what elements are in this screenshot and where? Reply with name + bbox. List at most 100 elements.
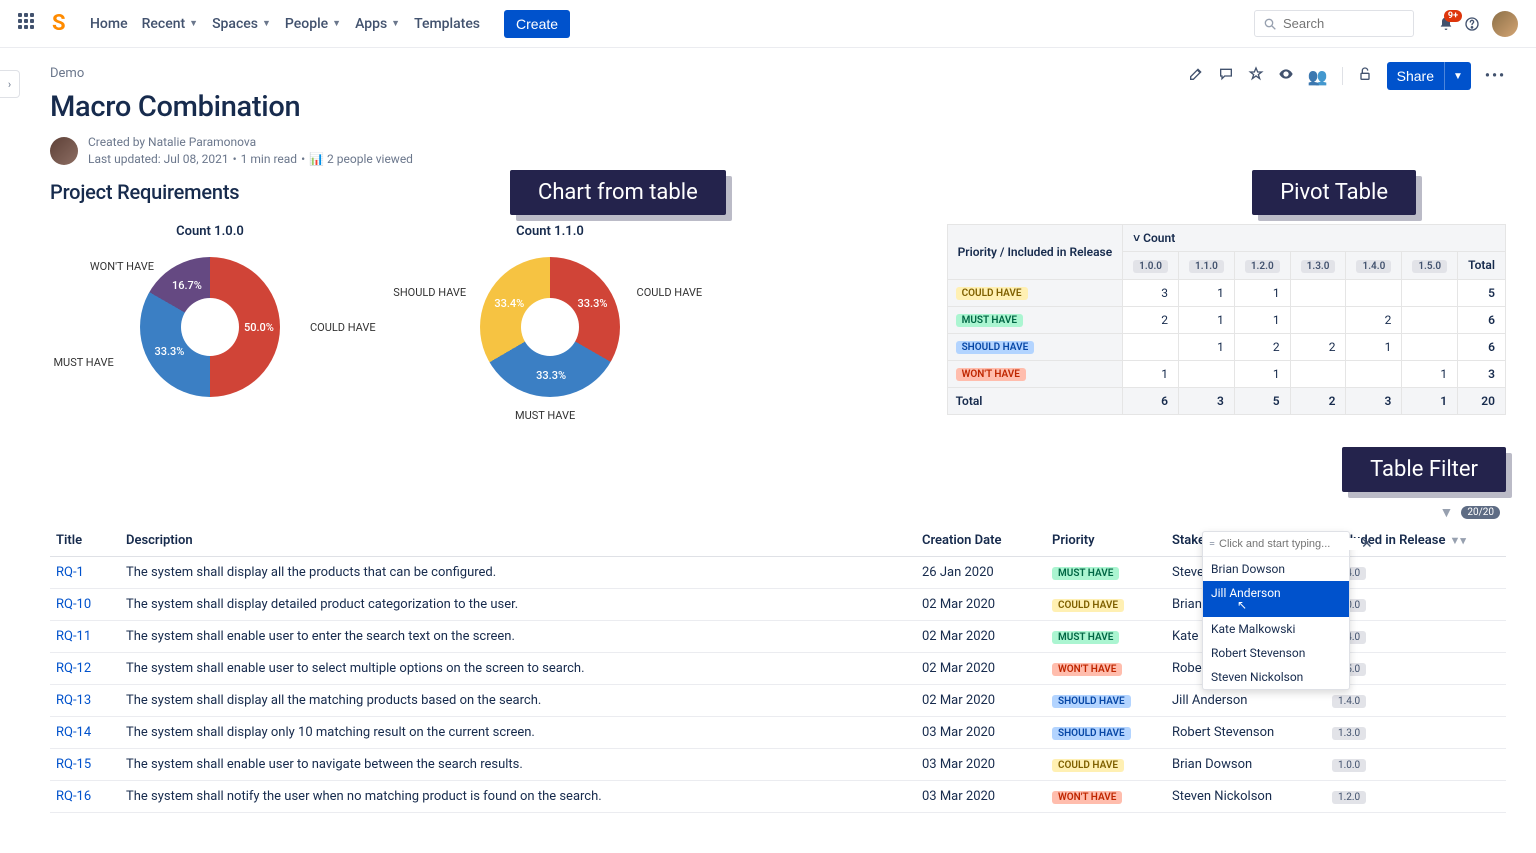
slice-label: MUST HAVE <box>53 356 113 369</box>
dropdown-item[interactable]: Kate Malkowski <box>1203 617 1349 641</box>
th-description[interactable]: Description <box>120 525 916 557</box>
search-input[interactable] <box>1254 10 1414 37</box>
dropdown-item[interactable]: Jill Anderson↖ <box>1203 581 1349 617</box>
pivot-row: WON'T HAVE1113 <box>947 360 1505 387</box>
slice-pct: 50.0% <box>244 321 274 334</box>
pivot-col: 1.5.0 <box>1402 251 1458 279</box>
priority-badge: COULD HAVE <box>1052 759 1124 772</box>
author-avatar[interactable] <box>50 137 78 165</box>
create-button[interactable]: Create <box>504 10 570 38</box>
priority-badge: SHOULD HAVE <box>1052 727 1131 740</box>
table-row: RQ-15 The system shall enable user to na… <box>50 748 1506 780</box>
slice-label: COULD HAVE <box>310 321 376 334</box>
slice-label: WON'T HAVE <box>90 260 154 273</box>
donut-chart-1: Count 1.1.0 33.3%COULD HAVE33.3%MUST HAV… <box>420 224 680 427</box>
rq-link[interactable]: RQ-16 <box>56 789 91 804</box>
pivot-totals-row: Total63523120 <box>947 387 1505 414</box>
pivot-table: Priority / Included in Release ˅ Count 1… <box>947 224 1506 415</box>
share-dropdown-button[interactable]: ▼ <box>1444 62 1471 90</box>
search-icon <box>1262 16 1278 36</box>
th-priority[interactable]: Priority <box>1046 525 1166 557</box>
slice-pct: 33.3% <box>578 297 608 310</box>
release-badge: 1.3.0 <box>1332 727 1366 740</box>
rq-link[interactable]: RQ-13 <box>56 693 91 708</box>
slice-label: SHOULD HAVE <box>393 286 466 299</box>
filter-release-icon: ▼▾ <box>1449 534 1465 547</box>
nav-spaces[interactable]: Spaces▼ <box>212 16 271 32</box>
ribbon-filter: Table Filter <box>1342 447 1506 492</box>
more-icon[interactable]: ••• <box>1485 68 1506 84</box>
lock-icon[interactable] <box>1357 66 1373 86</box>
nav-recent[interactable]: Recent▼ <box>142 16 199 32</box>
comment-icon[interactable] <box>1218 66 1234 86</box>
priority-badge: COULD HAVE <box>1052 599 1124 612</box>
watch-icon[interactable] <box>1278 66 1294 86</box>
slice-pct: 33.3% <box>154 345 184 358</box>
chart-title: Count 1.0.0 <box>80 224 340 239</box>
priority-badge: MUST HAVE <box>1052 567 1119 580</box>
dropdown-item[interactable]: Steven Nickolson <box>1203 665 1349 689</box>
people-icon[interactable]: 👥 <box>1308 67 1328 86</box>
pivot-row: COULD HAVE3115 <box>947 279 1505 306</box>
stakeholder-filter-dropdown[interactable]: = ✕ Brian DowsonJill Anderson↖Kate Malko… <box>1202 531 1350 690</box>
dropdown-item[interactable]: Robert Stevenson <box>1203 641 1349 665</box>
release-badge: 1.2.0 <box>1332 791 1366 804</box>
cursor-icon: ↖ <box>1237 598 1341 612</box>
star-icon[interactable] <box>1248 66 1264 86</box>
page-title: Macro Combination <box>50 90 1506 124</box>
priority-badge: MUST HAVE <box>1052 631 1119 644</box>
byline-text: Created by Natalie Paramonova Last updat… <box>88 134 413 168</box>
expand-sidebar-button[interactable]: › <box>0 70 20 98</box>
pivot-row: SHOULD HAVE12216 <box>947 333 1505 360</box>
pivot-count-header[interactable]: ˅ Count <box>1123 224 1506 251</box>
table-row: RQ-14 The system shall display only 10 m… <box>50 716 1506 748</box>
filter-count-badge: 20/20 <box>1461 506 1500 519</box>
help-icon[interactable] <box>1464 16 1480 32</box>
user-avatar[interactable] <box>1492 11 1518 37</box>
slice-pct: 16.7% <box>172 279 202 292</box>
rq-link[interactable]: RQ-15 <box>56 757 91 772</box>
breadcrumb[interactable]: Demo <box>50 48 84 87</box>
logo-icon[interactable]: S <box>52 14 72 34</box>
pivot-row: MUST HAVE21126 <box>947 306 1505 333</box>
edit-icon[interactable] <box>1188 66 1204 86</box>
pivot-col: 1.1.0 <box>1179 251 1235 279</box>
nav-home[interactable]: Home <box>90 16 128 32</box>
notifications-icon[interactable]: 9+ <box>1438 16 1454 32</box>
pivot-col: 1.0.0 <box>1123 251 1179 279</box>
rq-link[interactable]: RQ-1 <box>56 565 84 580</box>
ribbon-pivot: Pivot Table <box>1252 170 1416 215</box>
slice-label: MUST HAVE <box>515 409 575 422</box>
ribbon-chart: Chart from table <box>510 170 726 215</box>
filter-column-icon[interactable]: ▼ <box>1440 504 1454 521</box>
close-icon[interactable]: ✕ <box>1361 536 1373 552</box>
slice-label: COULD HAVE <box>637 286 703 299</box>
rq-link[interactable]: RQ-14 <box>56 725 91 740</box>
th-title[interactable]: Title <box>50 525 120 557</box>
nav-templates[interactable]: Templates <box>414 16 480 32</box>
rq-link[interactable]: RQ-10 <box>56 597 91 612</box>
nav-people[interactable]: People▼ <box>285 16 341 32</box>
pivot-col-total: Total <box>1458 251 1506 279</box>
nav-apps[interactable]: Apps▼ <box>355 16 400 32</box>
th-date[interactable]: Creation Date <box>916 525 1046 557</box>
share-button[interactable]: Share <box>1387 62 1444 90</box>
priority-badge: WON'T HAVE <box>1052 663 1122 676</box>
pivot-col: 1.2.0 <box>1234 251 1290 279</box>
slice-pct: 33.3% <box>536 369 566 382</box>
dropdown-item[interactable]: Brian Dowson <box>1203 557 1349 581</box>
slice-pct: 33.4% <box>494 297 524 310</box>
rq-link[interactable]: RQ-11 <box>56 629 91 644</box>
release-badge: 1.0.0 <box>1332 759 1366 772</box>
pivot-col: 1.3.0 <box>1290 251 1346 279</box>
chart-title: Count 1.1.0 <box>420 224 680 239</box>
rq-link[interactable]: RQ-12 <box>56 661 91 676</box>
pivot-corner: Priority / Included in Release <box>947 224 1123 279</box>
app-switcher-icon[interactable] <box>18 13 40 35</box>
filter-search-input[interactable] <box>1219 538 1361 550</box>
table-row: RQ-16 The system shall notify the user w… <box>50 780 1506 812</box>
notif-count: 9+ <box>1444 10 1462 22</box>
pivot-col: 1.4.0 <box>1346 251 1402 279</box>
donut-chart-0: Count 1.0.0 50.0%COULD HAVE33.3%MUST HAV… <box>80 224 340 427</box>
priority-badge: SHOULD HAVE <box>1052 695 1131 708</box>
